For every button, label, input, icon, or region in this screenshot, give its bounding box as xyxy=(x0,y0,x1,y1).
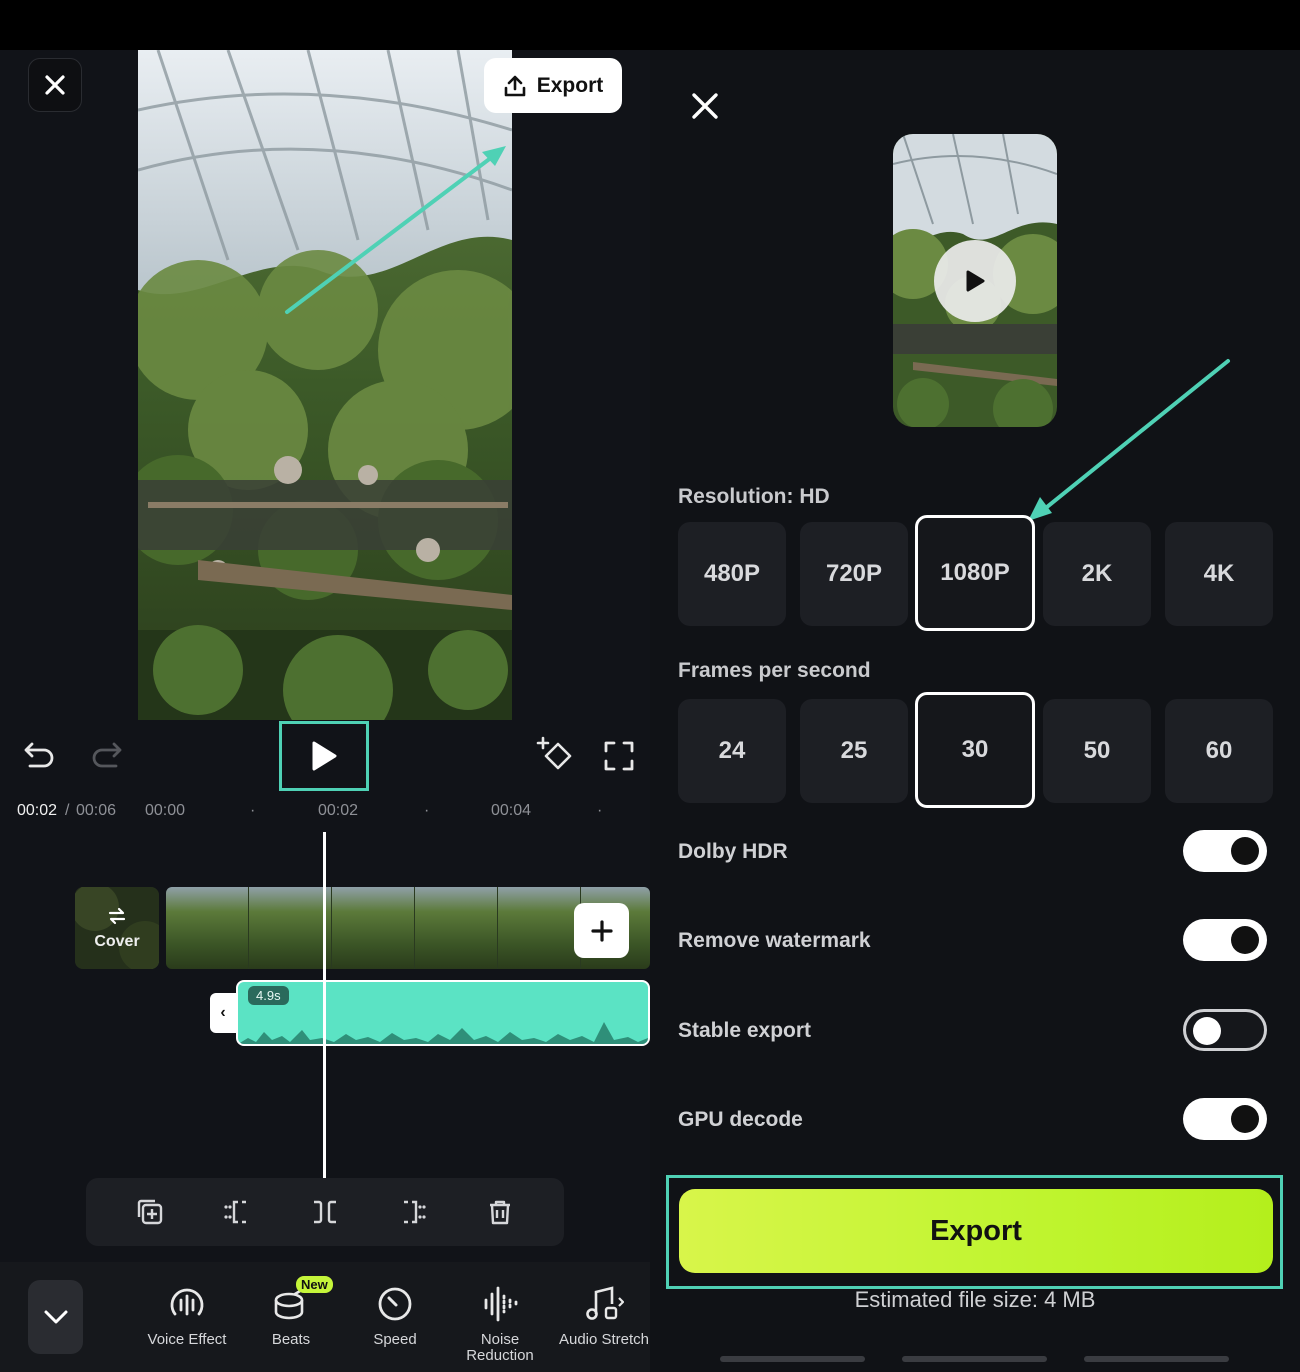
duplicate-icon[interactable] xyxy=(135,1197,165,1227)
fullscreen-icon[interactable] xyxy=(603,740,635,772)
voice-effect-icon xyxy=(170,1288,204,1316)
new-badge: New xyxy=(296,1276,333,1293)
clip-thumbnail xyxy=(415,887,498,969)
tool-beats[interactable]: Beats xyxy=(236,1284,346,1348)
tool-voice-effect[interactable]: Voice Effect xyxy=(132,1284,242,1348)
audio-stretch-icon xyxy=(586,1286,624,1320)
resolution-option-1080p[interactable]: 1080P xyxy=(915,515,1035,631)
clip-thumbnail xyxy=(249,887,332,969)
dolby-hdr-label: Dolby HDR xyxy=(678,840,788,863)
ruler-mark: 00:04 xyxy=(491,802,532,819)
timecode-row: 00:02 / 00:06 00:00 · 00:02 · 00:04 · xyxy=(0,802,650,822)
delete-icon[interactable] xyxy=(485,1197,515,1227)
fps-option-50[interactable]: 50 xyxy=(1043,699,1151,803)
gpu-decode-label: GPU decode xyxy=(678,1108,803,1131)
audio-duration-badge: 4.9s xyxy=(248,986,289,1005)
clip-thumbnail xyxy=(166,887,249,969)
add-clip-button[interactable] xyxy=(574,903,629,958)
tool-label: Beats xyxy=(271,1331,311,1348)
clip-edit-toolbar xyxy=(86,1178,564,1246)
undo-icon[interactable] xyxy=(22,738,56,772)
tool-label: Audio Stretch xyxy=(558,1331,650,1348)
swap-icon xyxy=(108,907,126,925)
dolby-hdr-toggle[interactable] xyxy=(1183,830,1267,872)
play-button[interactable] xyxy=(279,721,369,791)
clip-thumbnail xyxy=(332,887,415,969)
play-icon xyxy=(966,270,985,292)
fps-option-25[interactable]: 25 xyxy=(800,699,908,803)
cover-label: Cover xyxy=(94,933,140,950)
gpu-decode-toggle[interactable] xyxy=(1183,1098,1267,1140)
ruler-mark: 00:00 xyxy=(145,802,186,819)
fps-option-60[interactable]: 60 xyxy=(1165,699,1273,803)
annotation-arrow xyxy=(285,146,506,314)
export-chip-label: Export xyxy=(536,73,604,97)
close-icon xyxy=(45,75,65,95)
playhead[interactable] xyxy=(323,832,326,1178)
estimated-file-size: Estimated file size: 4 MB xyxy=(854,1287,1096,1312)
chevron-down-icon xyxy=(44,1310,67,1324)
playback-controls xyxy=(0,720,650,791)
status-bar xyxy=(0,0,1300,50)
noise-reduction-icon xyxy=(484,1286,518,1322)
ruler-mark: 00:02 xyxy=(318,802,359,819)
fps-option-24[interactable]: 24 xyxy=(678,699,786,803)
tool-noise-reduction[interactable]: Noise Reduction xyxy=(445,1284,555,1364)
trim-end-icon[interactable] xyxy=(398,1197,428,1227)
annotation-arrow xyxy=(1028,359,1230,521)
tool-label: Speed xyxy=(373,1331,417,1348)
export-button[interactable]: Export xyxy=(679,1189,1273,1273)
tool-label: Noise Reduction xyxy=(466,1331,534,1364)
close-icon[interactable] xyxy=(691,92,719,120)
audio-toolbar: Voice Effect Beats New Speed Noise Reduc… xyxy=(0,1262,650,1372)
audio-waveform xyxy=(238,1022,648,1044)
audio-clip[interactable]: 4.9s xyxy=(236,980,650,1046)
remove-watermark-toggle[interactable] xyxy=(1183,919,1267,961)
resolution-option-4k[interactable]: 4K xyxy=(1165,522,1273,626)
editor-panel: Export 00:02 / 00:06 00:00 · 00:02 · 00:… xyxy=(0,50,650,1372)
collapse-button[interactable] xyxy=(28,1280,83,1354)
nav-bar xyxy=(720,1356,865,1362)
split-icon[interactable] xyxy=(310,1197,340,1227)
resolution-option-480p[interactable]: 480P xyxy=(678,522,786,626)
ruler-dot: · xyxy=(424,802,430,819)
keyframe-icon[interactable] xyxy=(536,736,574,774)
resolution-option-2k[interactable]: 2K xyxy=(1043,522,1151,626)
speed-icon xyxy=(378,1287,412,1321)
nav-bar xyxy=(902,1356,1047,1362)
preview-play-button[interactable] xyxy=(934,240,1016,322)
export-settings-panel: Resolution: HD 480P 720P 1080P 2K 4K Fra… xyxy=(650,50,1300,1372)
time-separator: / xyxy=(65,802,70,819)
cover-button[interactable]: Cover xyxy=(75,887,159,969)
nav-bar xyxy=(1084,1356,1229,1362)
audio-trim-handle[interactable]: ‹ xyxy=(210,993,236,1033)
tool-label: Voice Effect xyxy=(147,1331,227,1348)
remove-watermark-label: Remove watermark xyxy=(678,929,871,952)
tool-speed[interactable]: Speed xyxy=(340,1284,450,1348)
tool-audio-stretch[interactable]: Audio Stretch xyxy=(549,1284,650,1348)
stable-export-toggle[interactable] xyxy=(1183,1009,1267,1051)
fps-option-30[interactable]: 30 xyxy=(915,692,1035,808)
ruler-dot: · xyxy=(250,802,256,819)
cover-thumbnail xyxy=(75,887,159,969)
export-highlight: Export xyxy=(666,1175,1283,1289)
resolution-label: Resolution: HD xyxy=(678,485,830,508)
clip-thumbnail xyxy=(498,887,581,969)
trim-start-icon[interactable] xyxy=(222,1197,252,1227)
resolution-option-720p[interactable]: 720P xyxy=(800,522,908,626)
plus-icon xyxy=(590,919,613,942)
redo-icon[interactable] xyxy=(90,738,124,772)
stable-export-label: Stable export xyxy=(678,1019,812,1042)
close-editor-button[interactable] xyxy=(28,58,82,112)
fps-label: Frames per second xyxy=(678,659,871,682)
current-time: 00:02 xyxy=(17,802,58,819)
ruler-dot: · xyxy=(597,802,603,819)
play-icon xyxy=(312,741,337,771)
total-time: 00:06 xyxy=(76,802,117,819)
